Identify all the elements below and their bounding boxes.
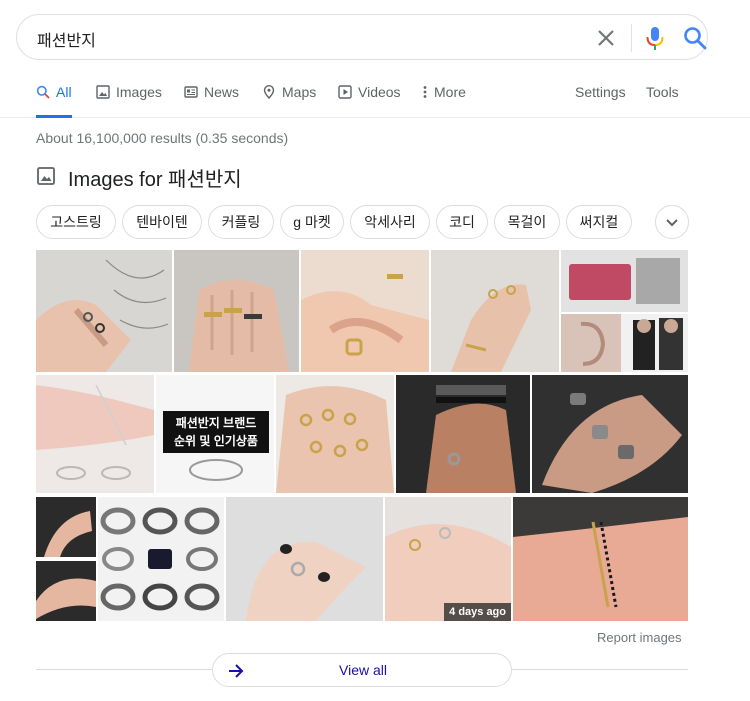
chips-expand-button[interactable]: [655, 205, 689, 239]
ring-image[interactable]: [36, 497, 96, 557]
search-query-text[interactable]: 패션반지: [37, 27, 96, 51]
tab-label: News: [204, 84, 240, 100]
view-all-button[interactable]: View all: [212, 653, 512, 687]
tab-more[interactable]: More: [422, 84, 466, 118]
image-hand-on-wall: [431, 250, 559, 372]
ring-image[interactable]: [561, 250, 688, 312]
report-images-link[interactable]: Report images: [597, 630, 682, 645]
tab-videos[interactable]: Videos: [338, 84, 401, 118]
image-hand-dark: [36, 497, 96, 557]
ring-image[interactable]: [36, 375, 154, 493]
chip-ghost-ring[interactable]: 고스트링: [36, 205, 116, 239]
image-gold-rings-hand: [174, 250, 299, 372]
overlay-line-2: 순위 및 인기상품: [174, 434, 258, 448]
ring-image[interactable]: 4 days ago: [385, 497, 511, 621]
map-pin-icon: [263, 85, 275, 99]
image-hand-thin-rings: [36, 375, 154, 493]
search-icon: [36, 85, 50, 99]
overlay-line-1: 패션반지 브랜드: [175, 416, 257, 430]
image-ear-and-model: [561, 314, 688, 372]
ring-image[interactable]: [36, 250, 172, 372]
settings-link[interactable]: Settings: [575, 84, 626, 100]
chip-necklace[interactable]: 목걸이: [494, 205, 560, 239]
view-all-label: View all: [339, 662, 387, 678]
ring-image[interactable]: [36, 561, 96, 621]
image-hand-rings-paper: [36, 250, 172, 372]
chip-tenbyten[interactable]: 텐바이텐: [122, 205, 202, 239]
search-icon[interactable]: [682, 25, 708, 51]
tab-maps[interactable]: Maps: [262, 84, 316, 118]
microphone-icon[interactable]: [643, 25, 667, 51]
search-box[interactable]: 패션반지: [16, 14, 708, 60]
clear-icon[interactable]: [594, 26, 618, 50]
chip-accessory[interactable]: 악세사리: [350, 205, 430, 239]
ring-image[interactable]: [226, 497, 383, 621]
brand-ranking-image[interactable]: 패션반지 브랜드 순위 및 인기상품: [156, 375, 274, 493]
image-hand-black-nails: [226, 497, 383, 621]
ring-image[interactable]: [513, 497, 688, 621]
ring-image[interactable]: [174, 250, 299, 372]
news-icon: [184, 86, 198, 98]
divider-left: [36, 669, 212, 670]
tab-news[interactable]: News: [184, 84, 239, 118]
chip-gmarket[interactable]: g 마켓: [280, 205, 344, 239]
tab-label: Maps: [282, 84, 317, 100]
chevron-down-icon: [666, 219, 678, 227]
image-skull-rings: [532, 375, 688, 493]
chip-coordi[interactable]: 코디: [436, 205, 488, 239]
image-many-gold-rings: [276, 375, 394, 493]
time-badge: 4 days ago: [444, 603, 511, 621]
image-silver-rings-grid: [98, 497, 224, 621]
images-heading-text[interactable]: Images for 패션반지: [68, 163, 242, 192]
tab-label: Videos: [358, 84, 401, 100]
tab-all[interactable]: All: [36, 84, 72, 118]
ring-image[interactable]: [98, 497, 224, 621]
image-finger-stacked-rings: [513, 497, 688, 621]
tab-label: More: [434, 84, 466, 100]
result-stats: About 16,100,000 results (0.35 seconds): [36, 130, 289, 146]
searchbox-divider: [631, 24, 632, 52]
image-hands-gold-rings: [301, 250, 429, 372]
play-icon: [338, 85, 352, 99]
tab-label: Images: [116, 84, 162, 100]
tab-label: All: [56, 84, 72, 100]
image-hand-dark-2: [36, 561, 96, 621]
more-vert-icon: [423, 86, 427, 98]
brand-ranking-overlay: 패션반지 브랜드 순위 및 인기상품: [163, 411, 269, 453]
divider-right: [512, 669, 688, 670]
chip-surgical[interactable]: 써지컬: [566, 205, 632, 239]
ring-image[interactable]: [532, 375, 688, 493]
ring-image[interactable]: [276, 375, 394, 493]
ring-image[interactable]: [431, 250, 559, 372]
image-pink-pouch: [561, 250, 688, 312]
ring-image[interactable]: [301, 250, 429, 372]
tools-link[interactable]: Tools: [646, 84, 679, 100]
tab-images[interactable]: Images: [96, 84, 162, 118]
image-icon: [37, 167, 55, 185]
ring-image[interactable]: [561, 314, 688, 372]
image-icon: [96, 85, 110, 99]
ring-image[interactable]: [396, 375, 530, 493]
image-mens-hand-bracelet: [396, 375, 530, 493]
search-tabs: All Images News Maps Videos More Setting…: [0, 76, 750, 118]
chip-couple-ring[interactable]: 커플링: [208, 205, 274, 239]
